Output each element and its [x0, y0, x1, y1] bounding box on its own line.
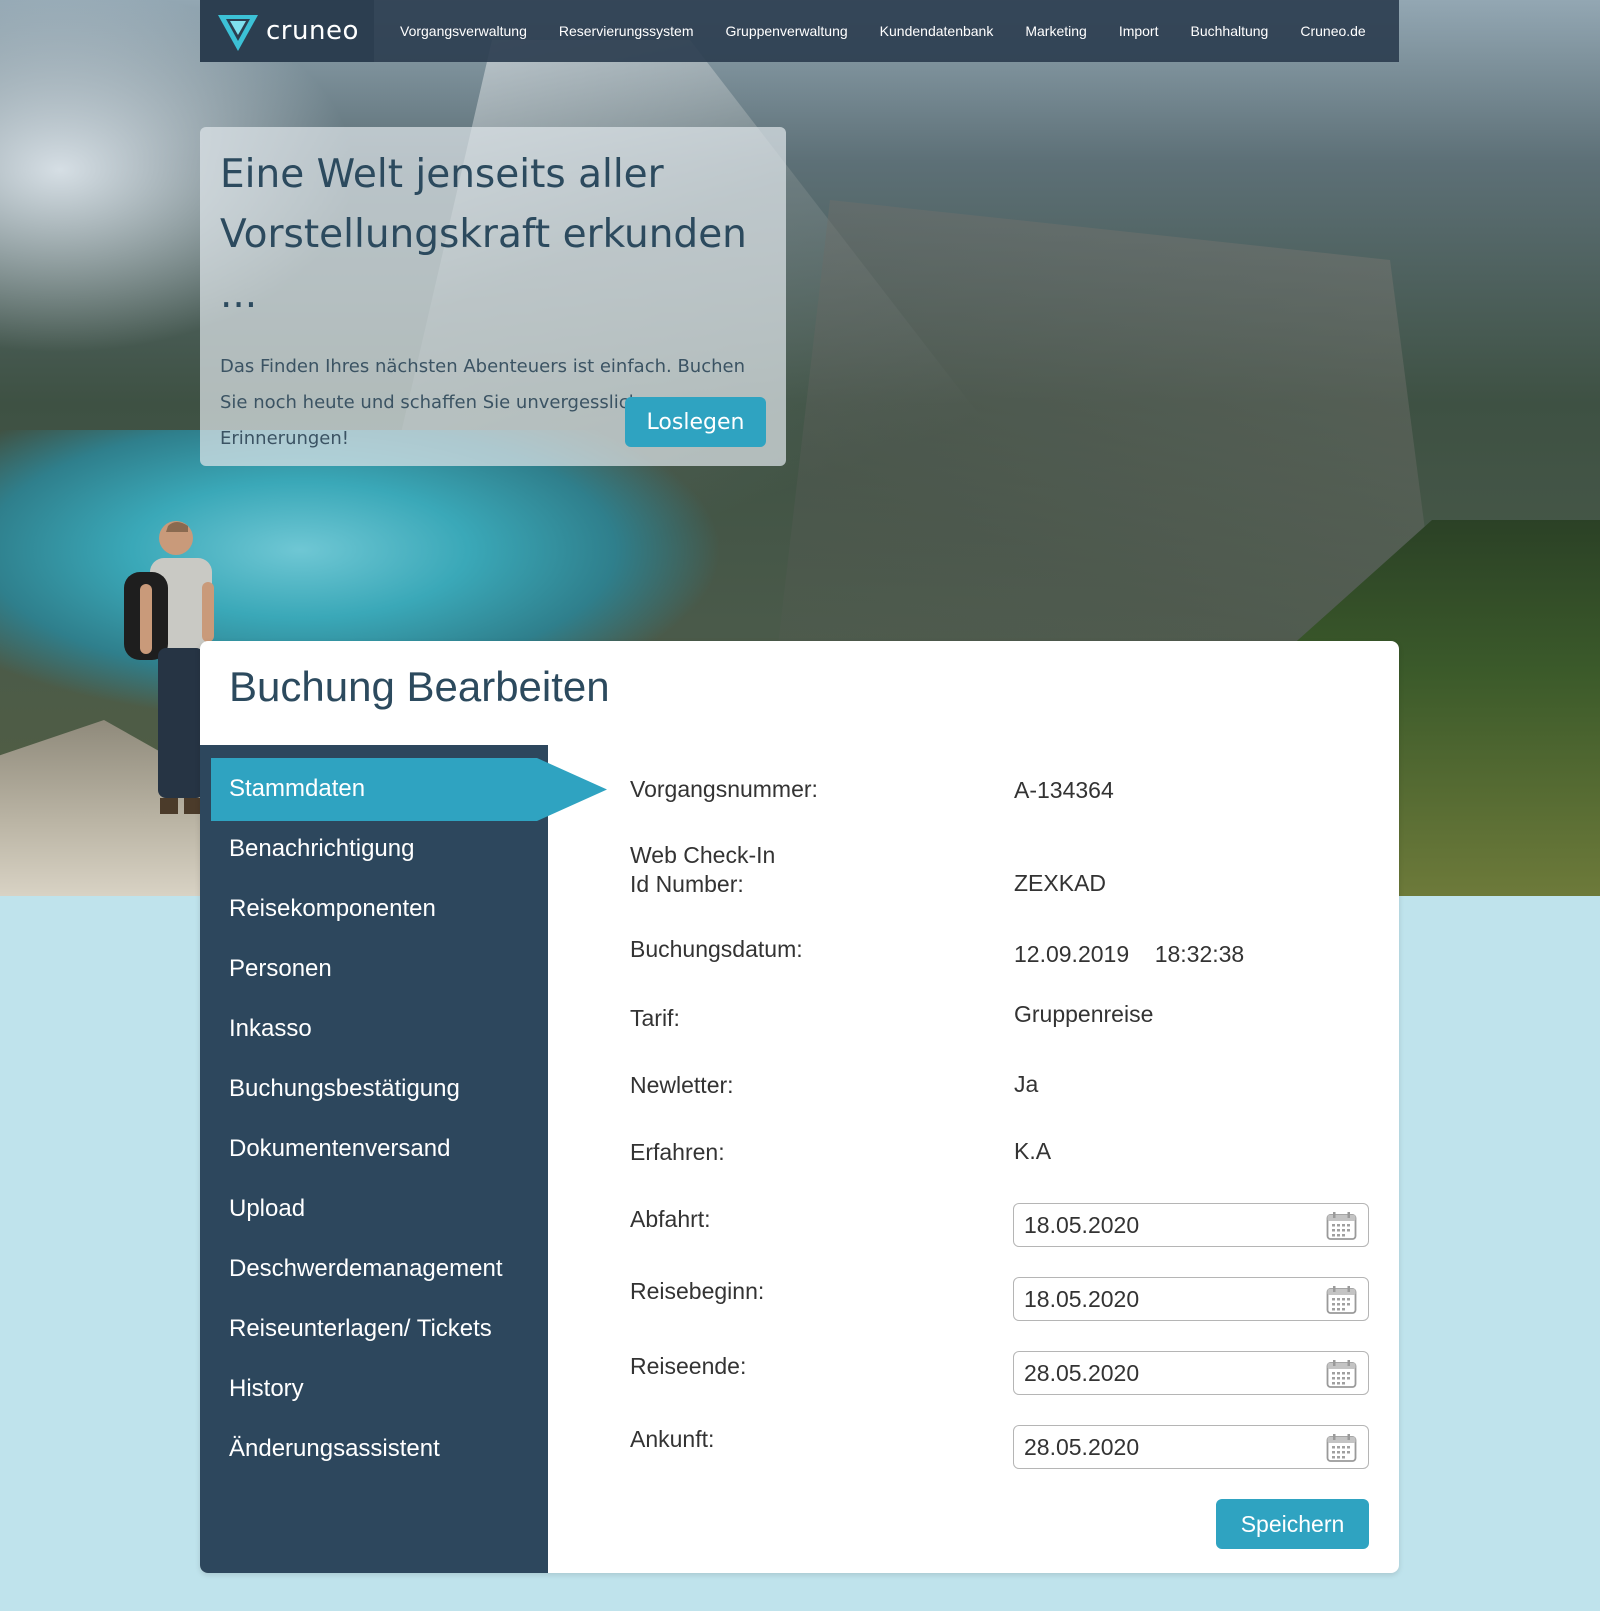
- buchungsdatum-label: Buchungsdatum:: [630, 936, 803, 962]
- sidebar-item-benachrichtigung[interactable]: Benachrichtigung: [229, 835, 414, 863]
- webcheckin-value: ZEXKAD: [1014, 870, 1107, 896]
- sidebar-item-inkasso[interactable]: Inkasso: [229, 1015, 312, 1043]
- buchungsdatum-date: 12.09.2019: [1014, 941, 1130, 967]
- edit-booking-card: Buchung Bearbeiten Stammdaten Benachrich…: [200, 641, 1399, 1573]
- nav-item-gruppenverwaltung[interactable]: Gruppenverwaltung: [725, 23, 847, 39]
- sidebar-item-aenderungsassistent[interactable]: Änderungsassistent: [229, 1435, 440, 1463]
- sidebar: Stammdaten Benachrichtigung Reisekompone…: [200, 745, 607, 1573]
- sidebar-item-stammdaten[interactable]: Stammdaten: [211, 758, 607, 821]
- nav-item-cruneo-de[interactable]: Cruneo.de: [1300, 23, 1365, 39]
- nav-item-marketing[interactable]: Marketing: [1025, 23, 1086, 39]
- newsletter-value: Ja: [1014, 1071, 1039, 1097]
- abfahrt-label: Abfahrt:: [630, 1206, 711, 1232]
- loslegen-button[interactable]: Loslegen: [625, 397, 766, 447]
- nav-item-buchhaltung[interactable]: Buchhaltung: [1191, 23, 1269, 39]
- ankunft-date-field[interactable]: 28.05.2020: [1013, 1425, 1369, 1469]
- buchungsdatum-value: 12.09.2019 18:32:38: [1014, 941, 1244, 968]
- reisebeginn-label: Reisebeginn:: [630, 1278, 765, 1304]
- nav-item-import[interactable]: Import: [1119, 23, 1159, 39]
- abfahrt-date-field[interactable]: 18.05.2020: [1013, 1203, 1369, 1247]
- webcheckin-label-line1: Web Check-In: [630, 842, 776, 868]
- page-title: Buchung Bearbeiten: [229, 663, 610, 710]
- ankunft-date-value: 28.05.2020: [1024, 1433, 1140, 1460]
- hero-title-line2: Vorstellungskraft erkunden ...: [220, 212, 747, 317]
- reiseende-label: Reiseende:: [630, 1353, 747, 1379]
- calendar-icon[interactable]: [1326, 1285, 1357, 1315]
- calendar-icon[interactable]: [1326, 1211, 1357, 1241]
- sidebar-item-personen[interactable]: Personen: [229, 955, 332, 983]
- webcheckin-label: Web Check-In Id Number:: [630, 841, 775, 899]
- newsletter-label: Newletter:: [630, 1072, 734, 1098]
- sidebar-item-dokumentenversand[interactable]: Dokumentenversand: [229, 1135, 450, 1163]
- sidebar-item-upload[interactable]: Upload: [229, 1195, 305, 1223]
- reiseende-date-value: 28.05.2020: [1024, 1359, 1140, 1386]
- logo[interactable]: cruneo: [200, 0, 374, 62]
- reisebeginn-date-field[interactable]: 18.05.2020: [1013, 1277, 1369, 1321]
- buchungsdatum-time: 18:32:38: [1154, 941, 1245, 967]
- sidebar-item-deschwerdemanagement[interactable]: Deschwerdemanagement: [229, 1255, 502, 1283]
- nav-item-reservierungssystem[interactable]: Reservierungssystem: [559, 23, 694, 39]
- reisebeginn-date-value: 18.05.2020: [1024, 1285, 1140, 1312]
- ankunft-label: Ankunft:: [630, 1426, 715, 1452]
- sidebar-item-history[interactable]: History: [229, 1375, 304, 1403]
- brand-name: cruneo: [266, 16, 359, 46]
- nav-item-vorgangsverwaltung[interactable]: Vorgangsverwaltung: [400, 23, 527, 39]
- sidebar-item-buchungsbestaetigung[interactable]: Buchungsbestätigung: [229, 1075, 460, 1103]
- calendar-icon[interactable]: [1326, 1433, 1357, 1463]
- abfahrt-date-value: 18.05.2020: [1024, 1211, 1140, 1238]
- erfahren-label: Erfahren:: [630, 1139, 725, 1165]
- erfahren-value: K.A: [1014, 1138, 1052, 1164]
- triangle-logo-icon: [218, 15, 258, 51]
- reiseende-date-field[interactable]: 28.05.2020: [1013, 1351, 1369, 1395]
- nav-item-kundendatenbank[interactable]: Kundendatenbank: [880, 23, 994, 39]
- vorgangsnummer-value: A-134364: [1014, 777, 1114, 803]
- sidebar-item-reiseunterlagen[interactable]: Reiseunterlagen/ Tickets: [229, 1315, 492, 1343]
- webcheckin-label-line2: Id Number:: [630, 871, 744, 897]
- tarif-value: Gruppenreise: [1014, 1001, 1154, 1027]
- vorgangsnummer-label: Vorgangsnummer:: [630, 776, 818, 802]
- sidebar-item-reisekomponenten[interactable]: Reisekomponenten: [229, 895, 436, 923]
- tarif-label: Tarif:: [630, 1005, 680, 1031]
- hero-card: Eine Welt jenseits aller Vorstellungskra…: [200, 127, 786, 466]
- hero-title: Eine Welt jenseits aller Vorstellungskra…: [220, 145, 766, 325]
- save-button[interactable]: Speichern: [1216, 1499, 1369, 1549]
- sidebar-item-label: Stammdaten: [229, 775, 366, 802]
- hero-title-line1: Eine Welt jenseits aller: [220, 152, 664, 197]
- top-navigation: cruneo Vorgangsverwaltung Reservierungss…: [200, 0, 1399, 62]
- calendar-icon[interactable]: [1326, 1359, 1357, 1389]
